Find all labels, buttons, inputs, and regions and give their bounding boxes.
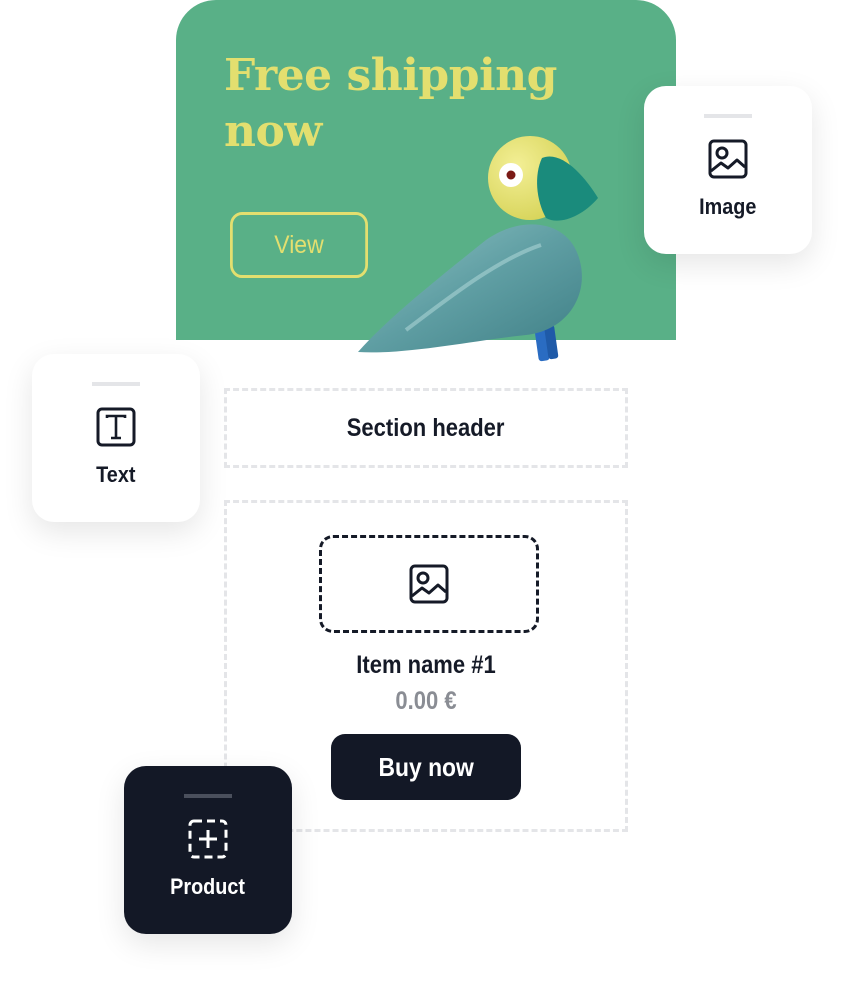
buy-now-button[interactable]: Buy now bbox=[331, 734, 521, 800]
promo-banner: Free shipping now View bbox=[176, 0, 676, 362]
drag-handle[interactable] bbox=[184, 794, 232, 798]
bird-figurine-image bbox=[358, 136, 598, 362]
item-price: 0.00 € bbox=[395, 687, 457, 715]
drag-handle[interactable] bbox=[92, 382, 140, 386]
text-icon bbox=[96, 407, 136, 447]
drag-handle[interactable] bbox=[704, 114, 752, 118]
card-label: Text bbox=[96, 462, 136, 487]
product-block-card[interactable]: Product bbox=[124, 766, 292, 934]
buy-now-label: Buy now bbox=[378, 751, 474, 782]
card-label: Image bbox=[699, 194, 757, 219]
section-header-text: Section header bbox=[347, 413, 505, 442]
image-icon bbox=[708, 139, 748, 179]
section-header-block[interactable]: Section header bbox=[224, 388, 628, 468]
item-name: Item name #1 bbox=[356, 651, 496, 679]
product-image-placeholder[interactable] bbox=[319, 535, 539, 633]
card-label: Product bbox=[170, 874, 246, 899]
text-block-card[interactable]: Text bbox=[32, 354, 200, 522]
image-icon bbox=[409, 564, 449, 604]
add-product-icon bbox=[188, 819, 228, 859]
image-block-card[interactable]: Image bbox=[644, 86, 812, 254]
